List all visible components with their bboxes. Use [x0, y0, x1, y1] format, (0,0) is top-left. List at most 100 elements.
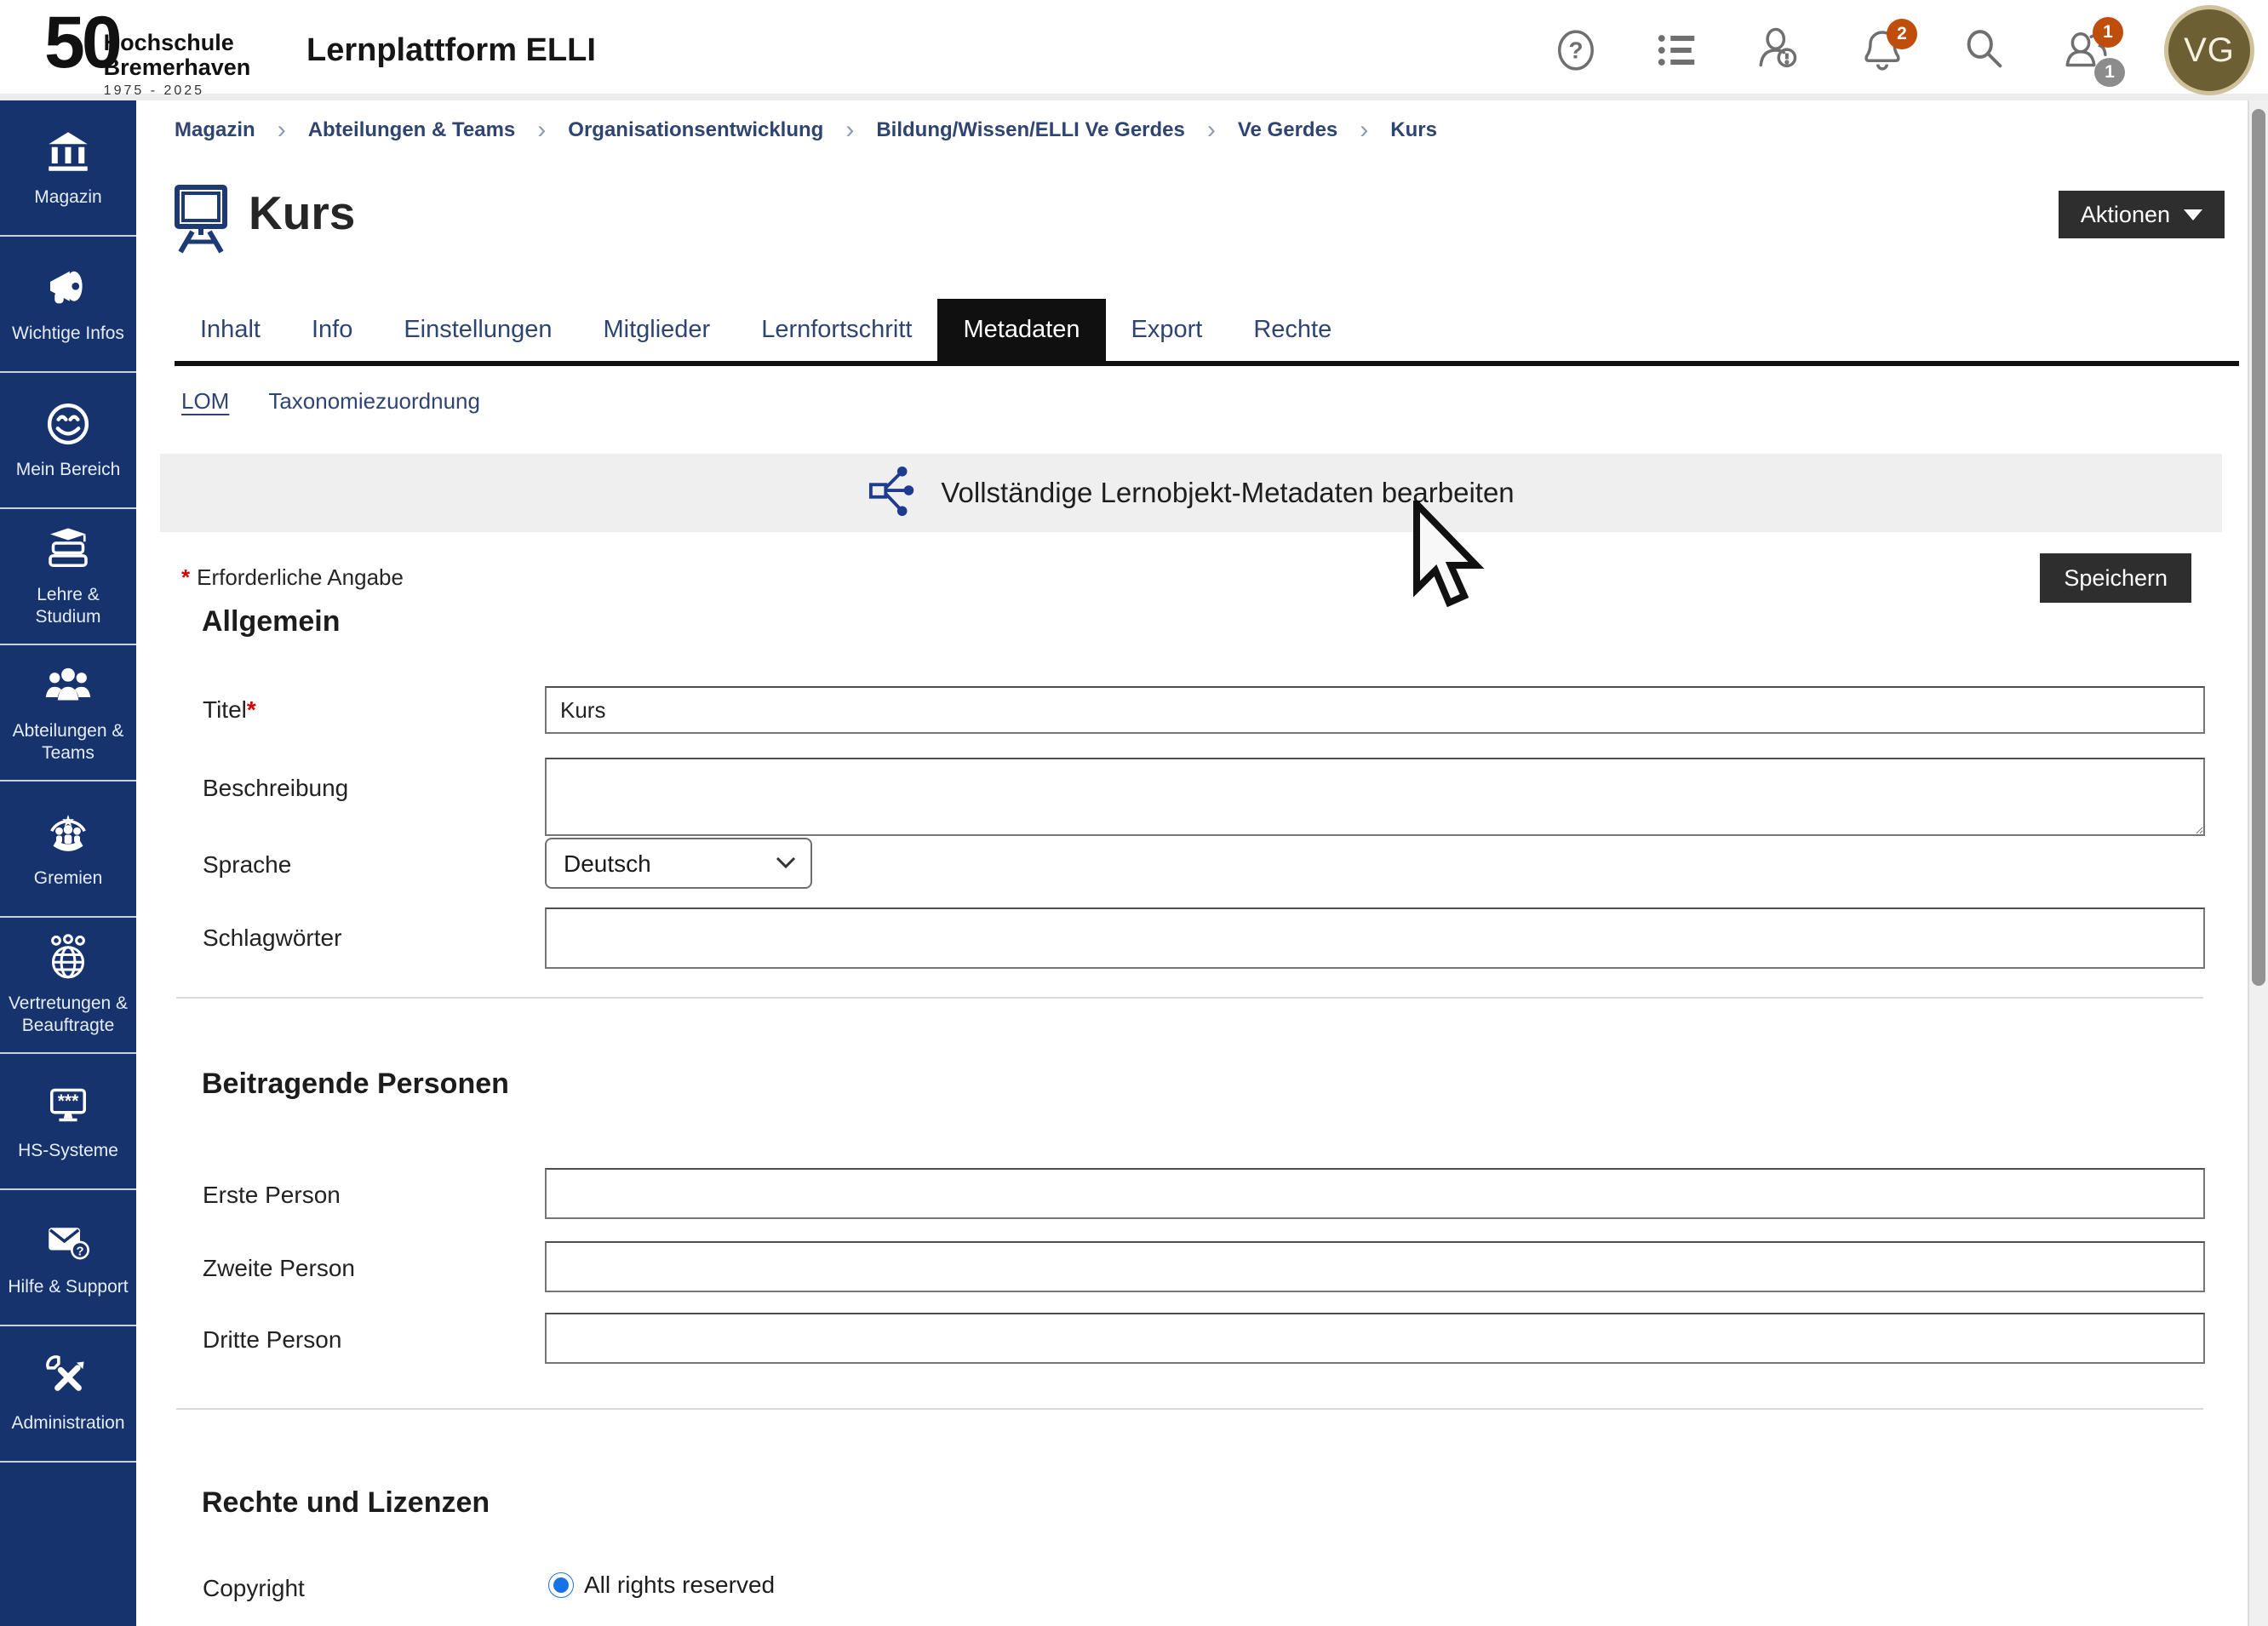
committee-icon — [44, 809, 92, 861]
actions-button-label: Aktionen — [2081, 202, 2170, 228]
copyright-radio-row: All rights reserved — [548, 1572, 775, 1599]
vertical-scrollbar[interactable] — [2248, 100, 2268, 1626]
people-group-icon — [44, 661, 92, 713]
bank-icon — [44, 128, 92, 180]
sidebar-item-magazin[interactable]: Magazin — [0, 100, 136, 237]
svg-text:***: *** — [58, 1091, 79, 1111]
keywords-label: Schlagwörter — [203, 925, 341, 952]
sidebar-item-wichtige-infos[interactable]: Wichtige Infos — [0, 237, 136, 373]
monitor-password-icon: *** — [44, 1081, 92, 1133]
section-heading-beitragende-personen: Beitragende Personen — [202, 1068, 509, 1101]
globe-people-icon — [44, 934, 92, 986]
tab-bar: Inhalt Info Einstellungen Mitglieder Ler… — [175, 300, 2239, 366]
scrollbar-thumb[interactable] — [2252, 109, 2265, 986]
sidebar-item-vertretungen-beauftragte[interactable]: Vertretungen & Beauftragte — [0, 918, 136, 1054]
tab-einstellungen[interactable]: Einstellungen — [378, 299, 577, 361]
chevron-right-icon: › — [537, 116, 546, 145]
user-awareness-icon[interactable] — [1755, 26, 1805, 75]
chevron-right-icon: › — [278, 116, 286, 145]
section-heading-rechte-lizenzen: Rechte und Lizenzen — [202, 1486, 490, 1520]
hochschule-bremerhaven-logo: 50 Hochschule Bremerhaven 1975 - 2025 — [44, 9, 250, 99]
tools-icon — [44, 1354, 92, 1406]
sidebar-item-abteilungen-teams[interactable]: Abteilungen & Teams — [0, 645, 136, 782]
language-select-wrap: Deutsch — [545, 838, 812, 889]
user-avatar[interactable]: VG — [2164, 5, 2254, 95]
top-header: 50 Hochschule Bremerhaven 1975 - 2025 Le… — [0, 0, 2268, 100]
first-person-label: Erste Person — [203, 1182, 341, 1209]
copyright-radio[interactable] — [548, 1572, 574, 1598]
mail-question-icon: ? — [44, 1217, 92, 1269]
chevron-right-icon: › — [1360, 116, 1368, 145]
section-heading-allgemein: Allgemein — [202, 605, 340, 638]
breadcrumb-item[interactable]: Organisationsentwicklung — [568, 118, 823, 142]
breadcrumb-item[interactable]: Magazin — [175, 118, 255, 142]
sidebar-item-gremien[interactable]: Gremien — [0, 782, 136, 918]
tab-metadaten[interactable]: Metadaten — [937, 299, 1105, 361]
search-icon[interactable] — [1960, 26, 2009, 75]
description-textarea[interactable] — [545, 758, 2205, 836]
copyright-option-label: All rights reserved — [584, 1572, 775, 1599]
section-divider — [176, 997, 2203, 999]
sidebar-item-label: Administration — [11, 1412, 124, 1434]
help-icon[interactable]: ? — [1551, 26, 1601, 75]
chevron-right-icon: › — [1207, 116, 1216, 145]
tab-inhalt[interactable]: Inhalt — [175, 299, 286, 361]
sidebar-item-label: Wichtige Infos — [12, 323, 124, 344]
breadcrumb-item[interactable]: Ve Gerdes — [1238, 118, 1337, 142]
language-select[interactable]: Deutsch — [545, 838, 812, 889]
breadcrumb: Magazin › Abteilungen & Teams › Organisa… — [175, 116, 1437, 145]
third-person-input[interactable] — [545, 1313, 2205, 1364]
breadcrumb-item[interactable]: Bildung/Wissen/ELLI Ve Gerdes — [876, 118, 1185, 142]
list-menu-icon[interactable] — [1653, 26, 1703, 75]
subtab-lom[interactable]: LOM — [181, 388, 229, 415]
sidebar-item-hs-systeme[interactable]: *** HS-Systeme — [0, 1054, 136, 1190]
course-easel-icon — [172, 182, 230, 255]
contacts-badge-top: 1 — [2093, 17, 2123, 48]
tab-lernfortschritt[interactable]: Lernfortschritt — [736, 299, 937, 361]
required-asterisk: * — [181, 564, 190, 590]
actions-button[interactable]: Aktionen — [2059, 191, 2225, 238]
title-label: Titel* — [203, 696, 263, 724]
sidebar-item-lehre-studium[interactable]: Lehre & Studium — [0, 509, 136, 645]
save-button[interactable]: Speichern — [2040, 553, 2191, 603]
chevron-right-icon: › — [845, 116, 854, 145]
sidebar-item-label: Magazin — [34, 186, 101, 208]
sidebar-item-label: Hilfe & Support — [8, 1276, 128, 1297]
metadata-nodes-icon — [868, 465, 920, 522]
tab-rechte[interactable]: Rechte — [1228, 299, 1357, 361]
keywords-input[interactable] — [545, 907, 2205, 969]
tab-info[interactable]: Info — [286, 299, 378, 361]
tab-export[interactable]: Export — [1106, 299, 1228, 361]
edit-full-metadata-label: Vollständige Lernobjekt-Metadaten bearbe… — [941, 477, 1514, 509]
sidebar-item-administration[interactable]: Administration — [0, 1326, 136, 1463]
edit-full-metadata-banner[interactable]: Vollständige Lernobjekt-Metadaten bearbe… — [160, 454, 2222, 532]
logo-name-line1: Hochschule — [104, 31, 251, 55]
logo-name-line2: Bremerhaven — [104, 55, 251, 80]
books-graduation-icon — [44, 525, 92, 577]
third-person-label: Dritte Person — [203, 1326, 341, 1354]
title-input[interactable] — [545, 686, 2205, 734]
logo-years: 1975 - 2025 — [104, 83, 251, 99]
header-toolbar: ? 2 1 1 VG — [1551, 0, 2254, 100]
language-label: Sprache — [203, 851, 291, 879]
smiley-icon — [44, 400, 92, 452]
first-person-input[interactable] — [545, 1168, 2205, 1219]
main-content: Magazin › Abteilungen & Teams › Organisa… — [136, 100, 2248, 1626]
page-title: Kurs — [249, 186, 355, 240]
sidebar-item-label: Abteilungen & Teams — [3, 720, 133, 763]
sub-tab-bar: LOM Taxonomiezuordnung — [181, 388, 480, 415]
main-sidebar: Magazin Wichtige Infos Mein Bereich Lehr… — [0, 100, 136, 1626]
chevron-down-icon — [2184, 209, 2202, 220]
notifications-bell-icon[interactable]: 2 — [1858, 26, 1907, 75]
sidebar-item-mein-bereich[interactable]: Mein Bereich — [0, 373, 136, 509]
tab-mitglieder[interactable]: Mitglieder — [577, 299, 736, 361]
description-label: Beschreibung — [203, 775, 348, 802]
breadcrumb-item[interactable]: Abteilungen & Teams — [308, 118, 516, 142]
subtab-taxonomiezuordnung[interactable]: Taxonomiezuordnung — [268, 388, 480, 415]
sidebar-item-hilfe-support[interactable]: ? Hilfe & Support — [0, 1190, 136, 1326]
app-title: Lernplattform ELLI — [306, 32, 596, 69]
sidebar-item-label: Mein Bereich — [16, 459, 121, 480]
contacts-icon[interactable]: 1 1 — [2062, 26, 2111, 75]
breadcrumb-item[interactable]: Kurs — [1390, 118, 1437, 142]
second-person-input[interactable] — [545, 1241, 2205, 1292]
